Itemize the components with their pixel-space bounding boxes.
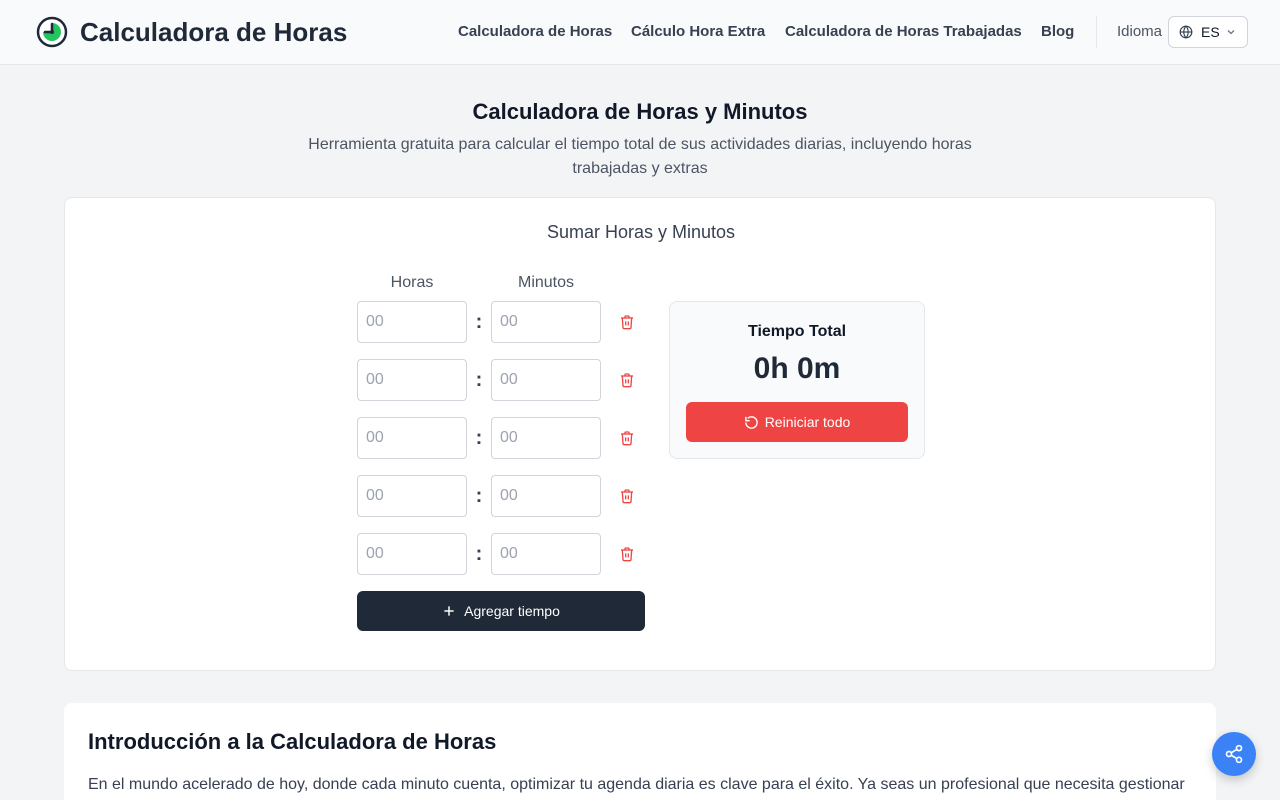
chevron-down-icon <box>1227 30 1235 35</box>
site-header: Calculadora de Horas Calculadora de Hora… <box>0 0 1280 65</box>
intro-title: Introducción a la Calculadora de Horas <box>88 729 497 754</box>
add-time-button[interactable]: Agregar tiempo <box>357 591 645 631</box>
globe-icon <box>1179 25 1193 39</box>
time-row: : <box>357 533 647 575</box>
share-icon <box>1225 744 1243 764</box>
nav-item-horas-trabajadas[interactable]: Calculadora de Horas Trabajadas <box>785 22 1022 42</box>
hours-input[interactable] <box>357 417 467 459</box>
time-separator: : <box>475 543 483 565</box>
time-row: : <box>357 301 647 343</box>
trash-icon[interactable] <box>619 313 635 331</box>
nav-link[interactable]: Cálculo Hora Extra <box>631 22 765 42</box>
minutes-input[interactable] <box>491 475 601 517</box>
hours-input[interactable] <box>357 533 467 575</box>
nav-item-calculadora[interactable]: Calculadora de Horas <box>458 22 612 42</box>
nav-divider <box>1096 16 1097 48</box>
trash-icon[interactable] <box>619 487 635 505</box>
minutes-input[interactable] <box>491 417 601 459</box>
hours-input[interactable] <box>357 359 467 401</box>
language-select[interactable]: ES <box>1168 16 1248 48</box>
nav-item-hora-extra[interactable]: Cálculo Hora Extra <box>631 22 765 42</box>
page-title: Calculadora de Horas y Minutos <box>472 99 808 124</box>
trash-icon[interactable] <box>619 371 635 389</box>
clock-logo-icon[interactable] <box>36 16 68 48</box>
nav-item-blog[interactable]: Blog <box>1041 22 1074 42</box>
calculator-title: Sumar Horas y Minutos <box>546 222 736 242</box>
time-separator: : <box>475 369 483 391</box>
intro-text: En el mundo acelerado de hoy, donde cada… <box>88 776 1185 793</box>
total-label: Tiempo Total <box>747 323 847 340</box>
reset-all-button[interactable]: Reiniciar todo <box>686 402 908 442</box>
language-label: Idioma <box>1117 23 1163 40</box>
hours-input[interactable] <box>357 475 467 517</box>
minutes-column-label: Minutos <box>517 274 575 291</box>
total-panel: Tiempo Total 0h 0m Reiniciar todo <box>669 301 925 459</box>
minutes-input[interactable] <box>491 533 601 575</box>
nav-link[interactable]: Calculadora de Horas <box>458 22 612 42</box>
add-time-label: Agregar tiempo <box>464 603 560 619</box>
time-row: : <box>357 417 647 459</box>
page-subtitle: Herramienta gratuita para calcular el ti… <box>308 136 972 177</box>
minutes-input[interactable] <box>491 301 601 343</box>
hours-column-label: Horas <box>390 274 434 291</box>
trash-icon[interactable] <box>619 429 635 447</box>
time-row: : <box>357 359 647 401</box>
intro-section: Introducción a la Calculadora de Horas E… <box>64 703 1216 800</box>
brand-name[interactable]: Calculadora de Horas <box>80 15 347 49</box>
nav-link[interactable]: Calculadora de Horas Trabajadas <box>785 22 1022 42</box>
time-separator: : <box>475 311 483 333</box>
time-separator: : <box>475 485 483 507</box>
trash-icon[interactable] <box>619 545 635 563</box>
reset-label: Reiniciar todo <box>764 414 851 430</box>
nav-link[interactable]: Blog <box>1041 22 1074 42</box>
language-code: ES <box>1201 24 1220 40</box>
plus-icon <box>444 606 454 616</box>
time-row: : <box>357 475 647 517</box>
total-value: 0h 0m <box>753 352 841 385</box>
hours-input[interactable] <box>357 301 467 343</box>
share-button[interactable] <box>1212 732 1256 776</box>
minutes-input[interactable] <box>491 359 601 401</box>
reset-icon <box>744 415 758 429</box>
calculator-card: Sumar Horas y Minutos Horas Minutos : : … <box>64 197 1216 671</box>
time-separator: : <box>475 427 483 449</box>
